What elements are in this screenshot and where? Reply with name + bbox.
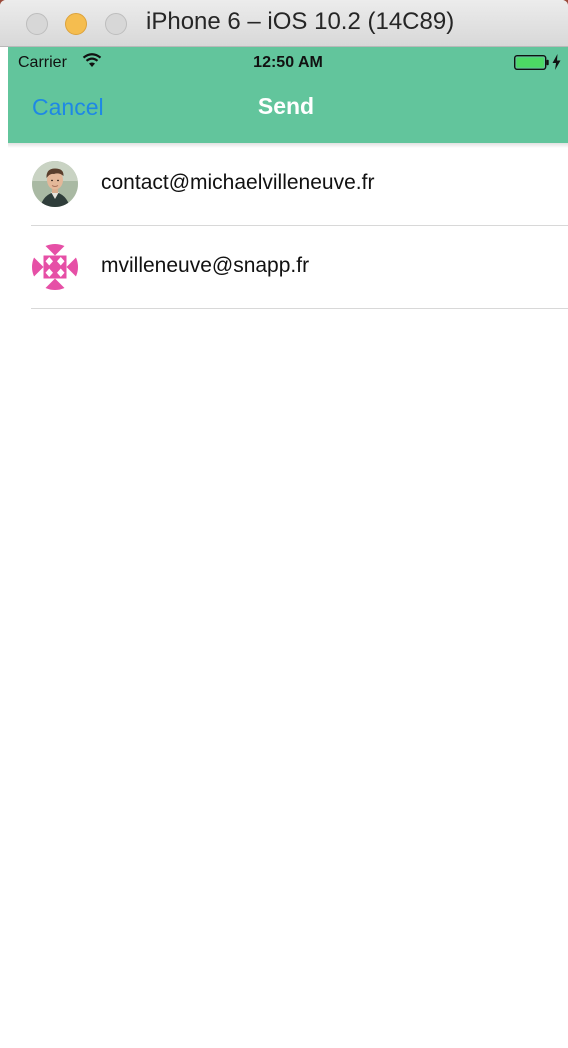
battery-icon [514,55,549,70]
minimize-window-button[interactable] [65,13,87,35]
contact-list: contact@michaelvilleneuve.fr mvilleneuve… [8,143,568,309]
photo-avatar [32,161,78,207]
window-title: iPhone 6 – iOS 10.2 (14C89) [146,8,455,35]
navigation-bar: Carrier 12:50 AM Cancel Send [8,47,568,143]
contact-row[interactable]: mvilleneuve@snapp.fr [8,226,568,308]
window-titlebar: iPhone 6 – iOS 10.2 (14C89) [0,0,568,47]
contact-row[interactable]: contact@michaelvilleneuve.fr [8,143,568,225]
zoom-window-button[interactable] [105,13,127,35]
nav-title: Send [8,93,568,120]
charging-bolt-icon [552,54,561,70]
identicon-avatar [32,244,78,290]
simulator-window: iPhone 6 – iOS 10.2 (14C89) Carrier 12:5… [0,0,568,1048]
status-time: 12:50 AM [253,54,323,71]
contact-email: mvilleneuve@snapp.fr [101,254,310,277]
device-screen: Carrier 12:50 AM Cancel Send contact@mic… [8,47,568,1048]
contact-email: contact@michaelvilleneuve.fr [101,171,375,194]
close-window-button[interactable] [26,13,48,35]
row-separator [31,308,568,309]
nav-title-text: Send [257,93,315,119]
